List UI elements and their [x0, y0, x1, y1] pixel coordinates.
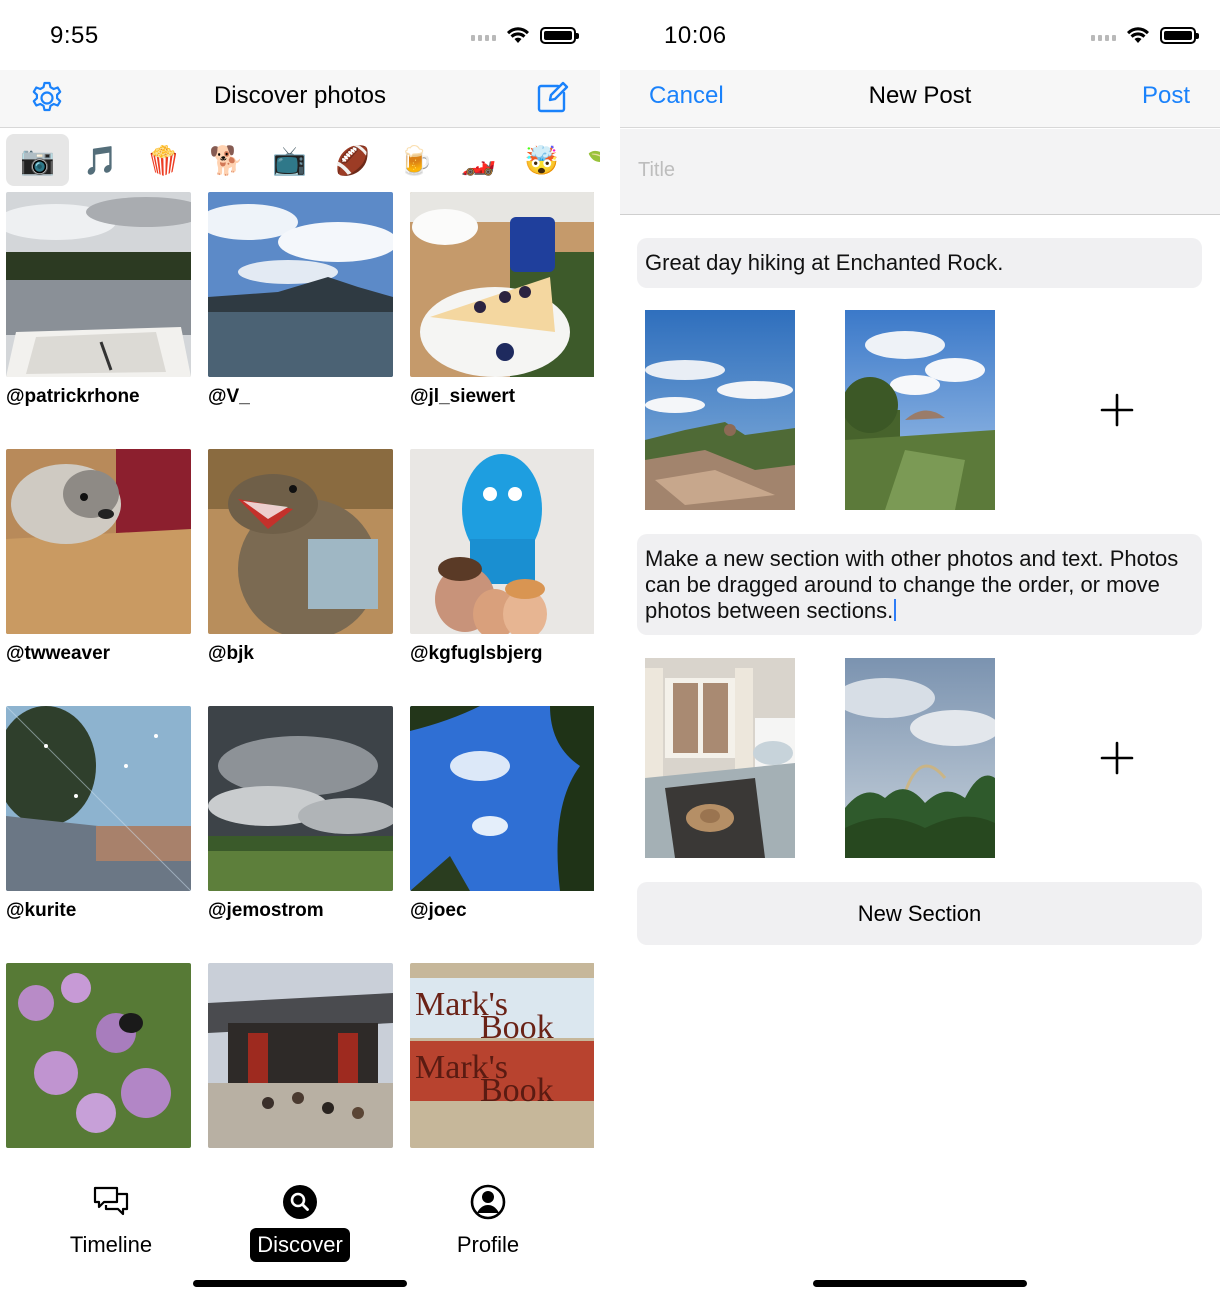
category-8[interactable]: 🤯: [510, 134, 573, 186]
section-1-photo-1[interactable]: [645, 310, 795, 510]
photo-card[interactable]: @joec: [410, 706, 594, 922]
tab-discover[interactable]: Discover: [230, 1182, 370, 1262]
svg-text:Book: Book: [480, 1009, 554, 1046]
photo-username[interactable]: @bjk: [208, 643, 393, 665]
tab-label-discover: Discover: [250, 1228, 350, 1262]
photo-username[interactable]: @kurite: [6, 900, 191, 922]
status-time: 10:06: [664, 22, 727, 49]
chat-bubbles-icon: [91, 1182, 131, 1222]
section-2-photo-1[interactable]: [645, 658, 795, 858]
photo-card[interactable]: @kgfuglsbjerg: [410, 449, 594, 665]
new-section-button[interactable]: New Section: [637, 882, 1202, 945]
photo-username[interactable]: @twweaver: [6, 643, 191, 665]
text-caret: [894, 599, 897, 621]
battery-icon: [540, 26, 579, 44]
discover-screen: 9:55 Discover photos 📷🎵🍿🐕📺🏈🍺🏎️🤯🌱 @patric…: [0, 0, 600, 1300]
title-input[interactable]: [638, 159, 1178, 182]
photo-card[interactable]: @jemostrom: [208, 706, 393, 922]
photo-thumbnail[interactable]: [6, 192, 191, 377]
section-1-text[interactable]: Great day hiking at Enchanted Rock.: [637, 238, 1202, 288]
section-2-text[interactable]: Make a new section with other photos and…: [637, 534, 1202, 635]
battery-icon: [1160, 26, 1199, 44]
photo-card[interactable]: @V_: [208, 192, 393, 408]
photo-card[interactable]: @bjk: [208, 449, 393, 665]
category-strip: 📷🎵🍿🐕📺🏈🍺🏎️🤯🌱: [0, 129, 600, 191]
section-2-text-content: Make a new section with other photos and…: [645, 546, 1179, 623]
tab-label-timeline: Timeline: [69, 1232, 153, 1257]
category-9[interactable]: 🌱: [573, 134, 600, 186]
section-1-text-content: Great day hiking at Enchanted Rock.: [645, 250, 1004, 275]
status-bar: 9:55: [0, 0, 600, 70]
new-post-screen: 10:06 Cancel New Post Post Great day hik…: [620, 0, 1220, 1300]
category-0[interactable]: 📷: [6, 134, 69, 186]
photo-thumbnail[interactable]: [208, 192, 393, 377]
photo-card[interactable]: @jl_siewert: [410, 192, 594, 408]
category-6[interactable]: 🍺: [384, 134, 447, 186]
photo-username[interactable]: @kgfuglsbjerg: [410, 643, 594, 665]
page-title: Discover photos: [213, 82, 387, 109]
section-2-photo-2[interactable]: [845, 658, 995, 858]
tab-profile[interactable]: Profile: [418, 1182, 558, 1262]
title-field: [620, 129, 1220, 215]
wifi-icon: [1127, 27, 1149, 43]
photo-thumbnail[interactable]: [208, 449, 393, 634]
tab-timeline[interactable]: Timeline: [41, 1182, 181, 1262]
category-7[interactable]: 🏎️: [447, 134, 510, 186]
photo-thumbnail[interactable]: [208, 706, 393, 891]
page-title: New Post: [868, 82, 972, 109]
svg-text:Book: Book: [480, 1072, 554, 1109]
photo-card[interactable]: @patrickrhone: [6, 192, 191, 408]
photo-card[interactable]: [6, 963, 191, 1157]
category-4[interactable]: 📺: [258, 134, 321, 186]
wifi-icon: [507, 27, 529, 43]
photo-username[interactable]: @joec: [410, 900, 594, 922]
search-circle-icon: [280, 1182, 320, 1222]
photo-username[interactable]: @jl_siewert: [410, 386, 594, 408]
photo-thumbnail[interactable]: [6, 449, 191, 634]
add-photo-section-1-icon[interactable]: [1087, 380, 1147, 440]
home-indicator: [193, 1280, 407, 1287]
tab-label-profile: Profile: [456, 1232, 520, 1257]
category-5[interactable]: 🏈: [321, 134, 384, 186]
tab-bar: Timeline Discover Profile: [0, 1160, 600, 1300]
photo-card[interactable]: @twweaver: [6, 449, 191, 665]
status-time: 9:55: [50, 22, 99, 49]
person-circle-icon: [468, 1182, 508, 1222]
category-1[interactable]: 🎵: [69, 134, 132, 186]
photo-thumbnail[interactable]: [6, 963, 191, 1148]
category-2[interactable]: 🍿: [132, 134, 195, 186]
photo-thumbnail[interactable]: [208, 963, 393, 1148]
post-button[interactable]: Post: [1142, 82, 1190, 110]
photo-card[interactable]: @kurite: [6, 706, 191, 922]
photo-thumbnail[interactable]: [410, 192, 594, 377]
photo-grid: @patrickrhone @V_ @jl_siewert @twweaver @bjk…: [6, 192, 594, 1157]
nav-bar: Cancel New Post Post: [620, 70, 1220, 128]
photo-card[interactable]: Mark's Book Mark's Book: [410, 963, 594, 1157]
photo-thumbnail[interactable]: [410, 449, 594, 634]
cell-signal-icon: [1091, 29, 1116, 41]
photo-username[interactable]: @V_: [208, 386, 393, 408]
nav-bar: Discover photos: [0, 70, 600, 128]
photo-thumbnail[interactable]: [6, 706, 191, 891]
home-indicator: [813, 1280, 1027, 1287]
category-3[interactable]: 🐕: [195, 134, 258, 186]
add-photo-section-2-icon[interactable]: [1087, 728, 1147, 788]
compose-icon[interactable]: [532, 78, 572, 118]
section-1-photo-2[interactable]: [845, 310, 995, 510]
photo-username[interactable]: @patrickrhone: [6, 386, 191, 408]
photo-thumbnail[interactable]: Mark's Book Mark's Book: [410, 963, 594, 1148]
status-bar: 10:06: [620, 0, 1220, 70]
cell-signal-icon: [471, 29, 496, 41]
photo-username[interactable]: @jemostrom: [208, 900, 393, 922]
photo-card[interactable]: [208, 963, 393, 1157]
photo-thumbnail[interactable]: [410, 706, 594, 891]
